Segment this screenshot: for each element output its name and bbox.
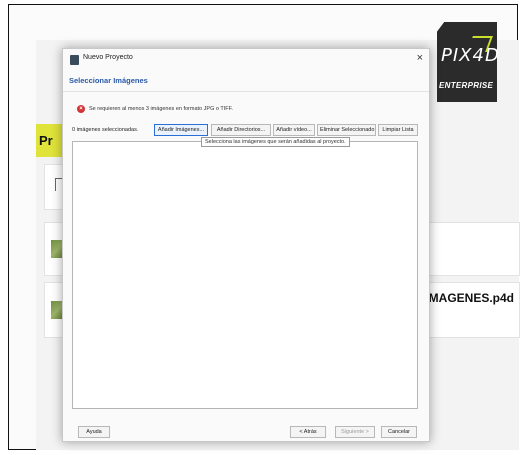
next-button[interactable]: Siguiente >: [335, 426, 375, 438]
divider: [63, 91, 429, 92]
selected-count: 0 imágenes seleccionadas.: [72, 127, 139, 133]
close-icon[interactable]: ×: [417, 52, 423, 64]
x-circle-icon: ×: [77, 105, 85, 113]
logo-brand: PIX4D: [441, 45, 500, 66]
help-button[interactable]: Ayuda: [78, 426, 110, 438]
image-list[interactable]: [72, 141, 418, 409]
error-message: Se requieren al menos 3 imágenes en form…: [89, 106, 233, 112]
error-message-row: × Se requieren al menos 3 imágenes en fo…: [77, 104, 233, 114]
add-directories-button[interactable]: Añadir Directorios...: [211, 124, 271, 136]
cancel-button[interactable]: Cancelar: [381, 426, 417, 438]
logo-edition: ENTERPRISE: [439, 81, 494, 90]
dialog-title: Nuevo Proyecto: [83, 54, 133, 61]
app-icon: [70, 55, 79, 65]
add-images-button[interactable]: Añadir Imágenes...: [154, 124, 208, 136]
back-button[interactable]: < Atrás: [290, 426, 326, 438]
remove-selected-button[interactable]: Eliminar Seleccionado: [317, 124, 376, 136]
add-images-tooltip: Selecciona las imágenes que serán añadid…: [201, 137, 350, 147]
new-project-dialog: Nuevo Proyecto × Seleccionar Imágenes × …: [62, 48, 430, 442]
page-title: Seleccionar Imágenes: [69, 76, 148, 85]
add-video-button[interactable]: Añadir vídeo...: [273, 124, 315, 136]
background-section-label: Pr: [36, 124, 62, 157]
clear-list-button[interactable]: Limpiar Lista: [378, 124, 418, 136]
dialog-titlebar[interactable]: Nuevo Proyecto ×: [63, 49, 429, 71]
